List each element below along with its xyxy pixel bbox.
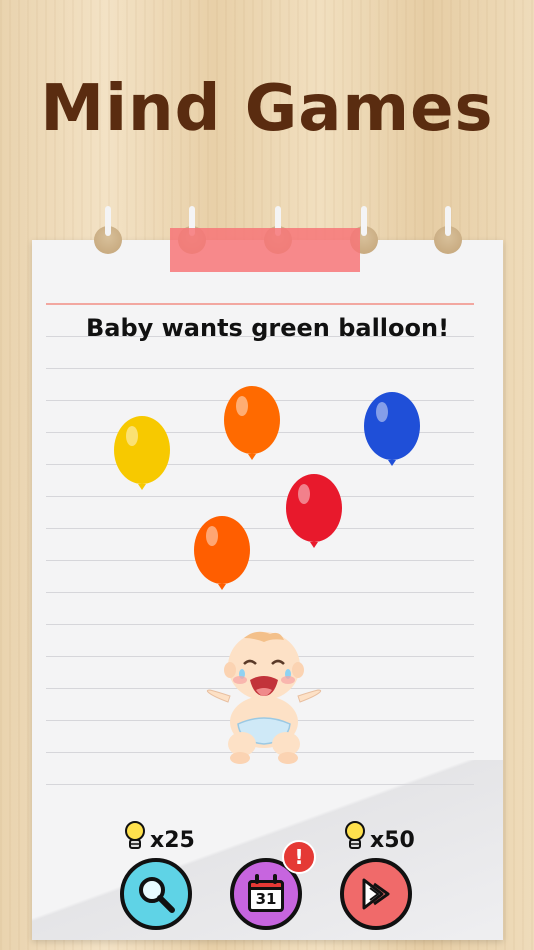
lightbulb-icon — [125, 821, 145, 849]
binder-hole — [434, 206, 462, 254]
calendar-day: 31 — [255, 890, 277, 908]
binder-hole — [94, 206, 122, 254]
ruled-line — [46, 528, 474, 529]
skip-hint-count: x50 — [370, 828, 415, 853]
ruled-line — [46, 496, 474, 497]
calendar-icon: 31 — [246, 874, 286, 914]
lightbulb-icon — [345, 821, 365, 849]
level-prompt: Baby wants green balloon! — [85, 314, 450, 342]
calendar-ring — [273, 874, 277, 884]
ruled-line — [46, 592, 474, 593]
calendar-header — [248, 880, 284, 890]
search-hint-button[interactable] — [120, 858, 192, 930]
skip-level-button[interactable] — [340, 858, 412, 930]
calendar-ring — [255, 874, 259, 884]
magnifier-icon — [139, 877, 175, 913]
orange-balloon-lower[interactable] — [190, 514, 254, 594]
fast-forward-icon — [362, 878, 390, 910]
ruled-line — [46, 784, 474, 785]
ruled-line — [46, 624, 474, 625]
ruled-line — [46, 368, 474, 369]
ruled-line — [46, 560, 474, 561]
red-balloon[interactable] — [282, 472, 346, 552]
washi-tape — [170, 228, 360, 272]
blue-balloon[interactable] — [360, 390, 424, 470]
challenge-alert-badge: ! — [282, 840, 316, 874]
app-title: Mind Games — [40, 72, 494, 146]
orange-balloon[interactable] — [220, 384, 284, 464]
crying-baby-character — [206, 631, 322, 764]
yellow-balloon[interactable] — [110, 414, 174, 494]
notebook-paper — [32, 206, 503, 940]
search-hint-count: x25 — [150, 828, 195, 853]
margin-line — [46, 303, 474, 305]
